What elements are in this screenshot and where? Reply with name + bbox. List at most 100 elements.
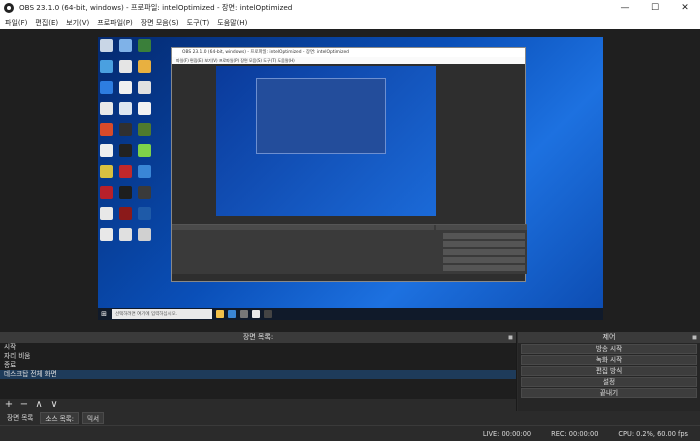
close-icon[interactable]: ✕	[670, 0, 700, 16]
windows-taskbar: ⊞ 선택하려면 여기에 입력하십시오.	[98, 308, 603, 320]
scene-item-selected[interactable]: 데스크탑 전체 화면	[0, 370, 516, 379]
desktop-icon	[100, 144, 113, 157]
taskbar-app-icon	[252, 310, 260, 318]
desktop-capture-preview[interactable]: OBS 23.1.0 (64-bit, windows) - 프로파일: int…	[98, 37, 603, 320]
dock-float-icon[interactable]: ◼	[692, 332, 697, 343]
desktop-icon	[138, 186, 151, 199]
desktop-icon	[138, 102, 151, 115]
maximize-icon[interactable]: ☐	[640, 0, 670, 16]
scenes-dock-header: 장면 목록: ◼	[0, 332, 516, 343]
nested-control-button	[443, 233, 525, 239]
desktop-icon	[119, 60, 132, 73]
live-status: LIVE: 00:00:00	[482, 429, 532, 438]
desktop-icon	[100, 60, 113, 73]
tab-scenes[interactable]: 장면 목록	[3, 412, 37, 424]
preview-area[interactable]: OBS 23.1.0 (64-bit, windows) - 프로파일: int…	[0, 29, 700, 332]
menu-bar: 파일(F) 편집(E) 보기(V) 프로파일(P) 장면 모음(S) 도구(T)…	[0, 16, 700, 29]
desktop-icon	[138, 123, 151, 136]
tab-sources[interactable]: 소스 목록:	[40, 412, 79, 424]
scene-item[interactable]: 시작	[0, 343, 516, 352]
start-recording-button[interactable]: 녹화 시작	[521, 355, 697, 365]
exit-button[interactable]: 끝내기	[521, 388, 697, 398]
desktop-icon	[119, 207, 132, 220]
window-title: OBS 23.1.0 (64-bit, windows) - 프로파일: int…	[19, 3, 293, 12]
nested-controls	[443, 233, 525, 273]
menu-profile[interactable]: 프로파일(P)	[97, 18, 132, 28]
scene-item[interactable]: 자리 비움	[0, 352, 516, 361]
start-streaming-button[interactable]: 방송 시작	[521, 344, 697, 354]
controls-dock-title: 제어	[602, 333, 616, 341]
move-scene-up-button[interactable]: ∧	[34, 399, 44, 411]
nested-control-button	[443, 257, 525, 263]
title-bar: OBS 23.1.0 (64-bit, windows) - 프로파일: int…	[0, 0, 700, 16]
scenes-dock-title: 장면 목록:	[242, 333, 274, 341]
desktop-icon	[100, 207, 113, 220]
desktop-icon	[100, 228, 113, 241]
status-bar: LIVE: 00:00:00 REC: 00:00:00 CPU: 0.2%, …	[0, 425, 700, 441]
desktop-icon	[119, 186, 132, 199]
menu-view[interactable]: 보기(V)	[66, 18, 89, 28]
desktop-icon	[119, 102, 132, 115]
desktop-icon	[138, 228, 151, 241]
minimize-icon[interactable]: —	[610, 0, 640, 16]
desktop-icon	[119, 39, 132, 52]
window-controls: — ☐ ✕	[610, 0, 700, 16]
menu-help[interactable]: 도움말(H)	[217, 18, 247, 28]
scenes-dock: 장면 목록: ◼ 시작 자리 비움 종료 데스크탑 전체 화면 + − ∧ ∨	[0, 332, 517, 411]
desktop-icon	[138, 81, 151, 94]
scene-list: 시작 자리 비움 종료 데스크탑 전체 화면	[0, 343, 516, 399]
desktop-icon	[138, 165, 151, 178]
nested-control-button	[443, 249, 525, 255]
desktop-icon	[138, 39, 151, 52]
nested-docks	[172, 224, 527, 274]
taskbar-search: 선택하려면 여기에 입력하십시오.	[112, 309, 212, 319]
studio-mode-button[interactable]: 편집 방식	[521, 366, 697, 376]
desktop-icon	[100, 81, 113, 94]
desktop-icon	[100, 39, 113, 52]
desktop-icon	[100, 102, 113, 115]
desktop-icon	[100, 123, 113, 136]
scene-item[interactable]: 종료	[0, 361, 516, 370]
controls-dock-header: 제어 ◼	[518, 332, 700, 343]
desktop-icon	[119, 165, 132, 178]
tab-mixer[interactable]: 믹서	[81, 412, 105, 424]
desktop-icon	[119, 228, 132, 241]
nested-control-button	[443, 265, 525, 271]
nested-title-bar: OBS 23.1.0 (64-bit, windows) - 프로파일: int…	[172, 48, 525, 57]
settings-button[interactable]: 설정	[521, 377, 697, 387]
taskbar-app-icon	[240, 310, 248, 318]
desktop-icon	[119, 81, 132, 94]
desktop-icon	[100, 186, 113, 199]
desktop-icon	[138, 207, 151, 220]
nested-controls-header	[436, 225, 527, 230]
cpu-status: CPU: 0.2%, 60.00 fps	[618, 429, 688, 438]
nested-scenes-header	[172, 225, 434, 230]
taskbar-app-icon	[228, 310, 236, 318]
desktop-icon	[119, 123, 132, 136]
desktop-icon	[119, 144, 132, 157]
nested-preview	[216, 66, 436, 216]
rec-status: REC: 00:00:00	[551, 429, 599, 438]
scene-toolbar: + − ∧ ∨	[0, 399, 516, 411]
move-scene-down-button[interactable]: ∨	[49, 399, 59, 411]
menu-file[interactable]: 파일(F)	[5, 18, 27, 28]
dock-float-icon[interactable]: ◼	[508, 332, 513, 343]
desktop-icon	[100, 165, 113, 178]
menu-scene-collection[interactable]: 장면 모음(S)	[141, 18, 179, 28]
docks-area: 장면 목록: ◼ 시작 자리 비움 종료 데스크탑 전체 화면 + − ∧ ∨ …	[0, 332, 700, 411]
controls-dock: 제어 ◼ 방송 시작 녹화 시작 편집 방식 설정 끝내기	[518, 332, 700, 411]
desktop-icon	[138, 144, 151, 157]
taskbar-app-icon	[264, 310, 272, 318]
recursive-preview	[256, 78, 386, 154]
taskbar-app-icon	[216, 310, 224, 318]
remove-scene-button[interactable]: −	[19, 399, 29, 411]
menu-tools[interactable]: 도구(T)	[187, 18, 210, 28]
menu-edit[interactable]: 편집(E)	[35, 18, 58, 28]
add-scene-button[interactable]: +	[4, 399, 14, 411]
dock-tab-bar: 장면 목록 소스 목록: 믹서	[0, 411, 700, 425]
desktop-icons	[100, 39, 156, 241]
obs-logo-icon	[4, 3, 14, 13]
nested-control-button	[443, 241, 525, 247]
nested-menu-bar: 파일(F) 편집(E) 보기(V) 프로파일(P) 장면 모음(S) 도구(T)…	[172, 57, 525, 64]
nested-obs-window: OBS 23.1.0 (64-bit, windows) - 프로파일: int…	[171, 47, 527, 282]
